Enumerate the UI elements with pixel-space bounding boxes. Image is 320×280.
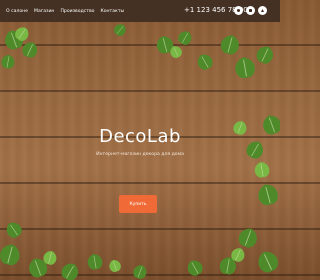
hero-subtitle: Интернет-магазин декора для дома	[96, 152, 184, 157]
hero-title: DecoLab	[99, 126, 181, 147]
buy-button[interactable]: Купить	[119, 195, 157, 213]
nav-link-about[interactable]: О салоне	[6, 9, 28, 14]
social-icon-2[interactable]	[246, 6, 255, 15]
social-links	[234, 6, 267, 15]
social-icon-3[interactable]	[258, 6, 267, 15]
nav-link-contacts[interactable]: Контакты	[100, 9, 124, 14]
nav-link-shop[interactable]: Магазин	[34, 9, 54, 14]
main-nav: О салоне Магазин Производство Контакты	[6, 9, 124, 14]
social-icon-1[interactable]	[234, 6, 243, 15]
top-navigation-bar: О салоне Магазин Производство Контакты +…	[0, 0, 280, 22]
nav-link-production[interactable]: Производство	[60, 9, 94, 14]
